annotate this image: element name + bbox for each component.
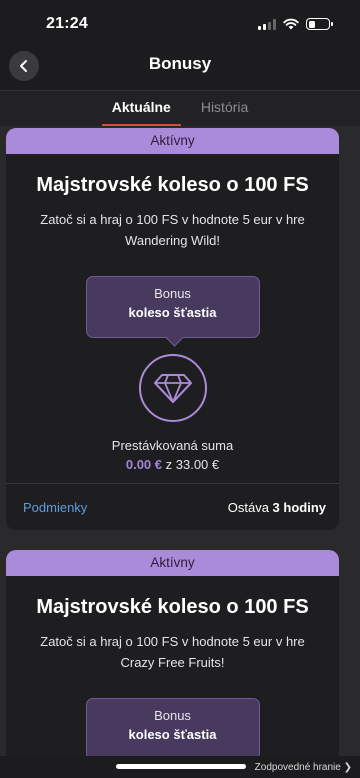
wager-amount: 0.00 € z 33.00 €	[6, 457, 339, 472]
bonus-label: Bonus	[154, 286, 191, 301]
diamond-badge	[138, 354, 207, 422]
bonus-type-bubble: Bonus koleso šťastia	[85, 276, 260, 338]
bottom-bar: Zodpovedné hranie ❯	[0, 756, 360, 778]
status-icons	[258, 18, 333, 30]
bonus-type-bubble: Bonus koleso šťastia	[85, 698, 260, 760]
home-indicator[interactable]	[116, 764, 246, 769]
responsible-gaming-link[interactable]: Zodpovedné hranie ❯	[255, 762, 352, 773]
battery-icon	[306, 18, 333, 30]
tab-current[interactable]: Aktuálne	[101, 91, 181, 126]
bonus-card: Aktívny Majstrovské koleso o 100 FS Zato…	[6, 550, 339, 778]
diamond-icon	[153, 374, 192, 403]
wager-label: Prestávkovaná suma	[111, 438, 234, 453]
bonus-title: Majstrovské koleso o 100 FS	[36, 174, 309, 196]
bonus-description: Zatoč si a hraj o 100 FS v hodnote 5 eur…	[40, 634, 305, 670]
wager-total: z 33.00 €	[165, 457, 220, 472]
card-footer: Podmienky Ostáva 3 hodiny	[6, 483, 339, 530]
app-header: Bonusy	[0, 48, 360, 90]
status-bar: 21:24	[0, 0, 360, 48]
tab-bar: Aktuálne História	[0, 90, 360, 126]
bonus-card: Aktívny Majstrovské koleso o 100 FS Zato…	[6, 128, 339, 530]
time-remaining: Ostáva 3 hodiny	[228, 500, 326, 515]
bonus-value: koleso šťastia	[128, 305, 217, 320]
remaining-prefix: Ostáva	[227, 499, 269, 515]
signal-icon	[258, 18, 276, 30]
bonus-title: Majstrovské koleso o 100 FS	[36, 596, 309, 618]
wifi-icon	[283, 18, 299, 30]
bonus-label: Bonus	[154, 708, 191, 723]
page-title: Bonusy	[148, 54, 212, 73]
status-time: 21:24	[46, 15, 88, 32]
tab-history[interactable]: História	[201, 91, 248, 126]
remaining-value: 3 hodiny	[272, 499, 326, 515]
bonus-value: koleso šťastia	[128, 727, 217, 742]
wager-current: 0.00 €	[125, 457, 163, 472]
status-badge: Aktívny	[6, 550, 339, 576]
status-badge: Aktívny	[6, 128, 339, 154]
terms-link[interactable]: Podmienky	[23, 500, 87, 515]
bonus-description: Zatoč si a hraj o 100 FS v hodnote 5 eur…	[40, 212, 305, 248]
